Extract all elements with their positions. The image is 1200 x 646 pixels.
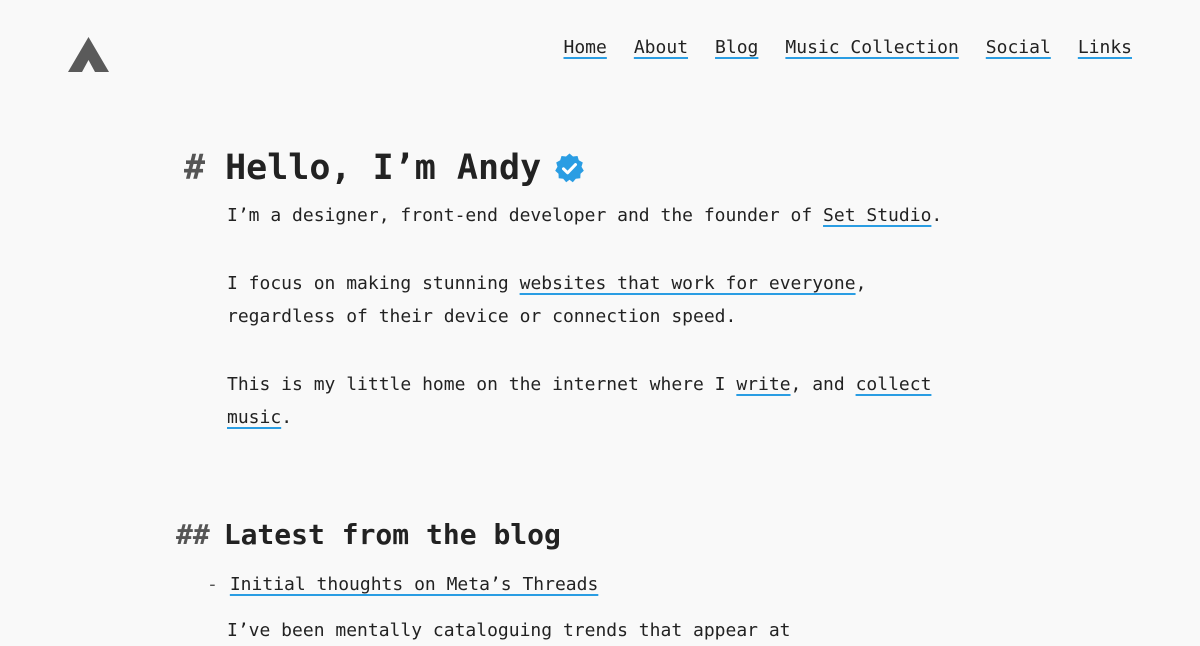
intro-text: I’m a designer, front-end developer and … — [227, 199, 947, 469]
list-item: - Initial thoughts on Meta’s Threads — [207, 570, 598, 600]
blog-post-link[interactable]: Initial thoughts on Meta’s Threads — [230, 574, 598, 595]
verified-badge-icon — [555, 153, 584, 182]
site-logo-icon[interactable] — [68, 37, 109, 72]
blog-post-excerpt: I’ve been mentally cataloguing trends th… — [227, 620, 791, 641]
intro-paragraph-3: This is my little home on the internet w… — [227, 374, 932, 428]
nav-home-link[interactable]: Home — [563, 37, 606, 59]
nav-links-link[interactable]: Links — [1078, 37, 1132, 59]
list-bullet: - — [207, 574, 218, 595]
blog-section-heading: ## Latest from the blog — [176, 515, 561, 555]
intro-paragraph-1: I’m a designer, front-end developer and … — [227, 205, 943, 226]
heading-hash: # — [184, 148, 206, 188]
nav-blog-link[interactable]: Blog — [715, 37, 758, 59]
page-title-text: Hello, I’m Andy — [225, 148, 542, 188]
page-title: # Hello, I’m Andy — [184, 144, 586, 192]
nav-about-link[interactable]: About — [634, 37, 688, 59]
nav-music-collection-link[interactable]: Music Collection — [785, 37, 958, 59]
heading-hash: ## — [176, 518, 210, 551]
intro-paragraph-2: I focus on making stunning websites that… — [227, 273, 867, 327]
write-link[interactable]: write — [736, 374, 790, 395]
nav-social-link[interactable]: Social — [986, 37, 1051, 59]
main-nav: Home About Blog Music Collection Social … — [563, 37, 1132, 59]
websites-link[interactable]: websites that work for everyone — [520, 273, 856, 294]
blog-heading-text: Latest from the blog — [223, 518, 561, 551]
set-studio-link[interactable]: Set Studio — [823, 205, 931, 226]
